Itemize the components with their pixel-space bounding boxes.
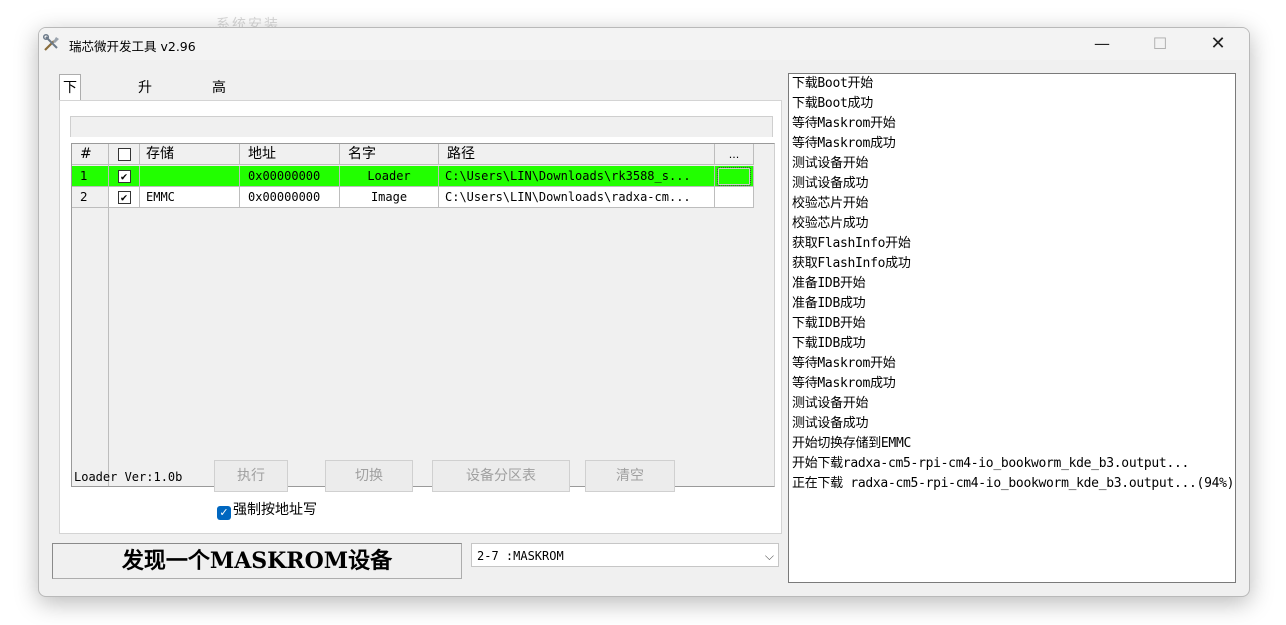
- log-line: 开始下载radxa-cm5-rpi-cm4-io_bookworm_kde_b3…: [792, 456, 1190, 471]
- status-message: 发现一个MASKROM设备: [52, 543, 462, 579]
- tab-upgrade-firmware[interactable]: 升级固件: [135, 76, 155, 168]
- grid-header: # 存储 地址 名字 路径 ...: [72, 144, 774, 165]
- log-line: 准备IDB成功: [792, 296, 866, 311]
- log-line: 测试设备成功: [792, 176, 869, 191]
- row-path[interactable]: C:\Users\LIN\Downloads\rk3588_s...: [439, 166, 715, 187]
- tools-icon: [42, 33, 59, 51]
- device-select[interactable]: 2-7 :MASKROM ⌵: [471, 543, 779, 567]
- force-write-checkbox[interactable]: ✓: [217, 506, 231, 520]
- row-number: 1: [72, 166, 109, 187]
- tab-download-image[interactable]: 下载镜像: [59, 74, 81, 174]
- log-line: 等待Maskrom成功: [792, 136, 896, 151]
- log-line: 校验芯片成功: [792, 216, 869, 231]
- row-name[interactable]: Loader: [340, 166, 439, 187]
- log-line: 下载IDB成功: [792, 336, 866, 351]
- log-line: 获取FlashInfo开始: [792, 236, 911, 251]
- log-line: 测试设备开始: [792, 156, 869, 171]
- device-select-value: 2-7 :MASKROM: [477, 549, 564, 563]
- log-line: 测试设备成功: [792, 416, 869, 431]
- minimize-button[interactable]: —: [1079, 28, 1125, 60]
- log-line: 等待Maskrom开始: [792, 356, 896, 371]
- row-path[interactable]: C:\Users\LIN\Downloads\radxa-cm...: [439, 187, 715, 208]
- panel-strip: [70, 116, 773, 137]
- log-line: 开始切换存储到EMMC: [792, 436, 912, 451]
- header-address: 地址: [240, 144, 340, 165]
- header-num: #: [72, 144, 109, 165]
- header-select-all[interactable]: [109, 144, 140, 165]
- log-line: 校验芯片开始: [792, 196, 869, 211]
- app-window: 瑞芯微开发工具 v2.96 — ☐ ✕ 下载镜像 升级固件 高级功能 # 存储 …: [38, 27, 1250, 597]
- log-line: 下载Boot成功: [792, 96, 873, 111]
- window-title: 瑞芯微开发工具 v2.96: [69, 39, 196, 54]
- row-checkbox-cell[interactable]: [109, 187, 140, 208]
- tab-advanced[interactable]: 高级功能: [209, 76, 229, 168]
- log-line: 等待Maskrom开始: [792, 116, 896, 131]
- log-line: 等待Maskrom成功: [792, 376, 896, 391]
- log-line: 获取FlashInfo成功: [792, 256, 911, 271]
- header-path: 路径: [439, 144, 715, 165]
- log-line: 测试设备开始: [792, 396, 869, 411]
- maximize-button[interactable]: ☐: [1137, 28, 1183, 60]
- title-bar[interactable]: 瑞芯微开发工具 v2.96 — ☐ ✕: [39, 28, 1249, 60]
- row-storage[interactable]: [140, 166, 240, 187]
- browse-button[interactable]: [715, 187, 754, 208]
- log-line: 下载Boot开始: [792, 76, 873, 91]
- select-all-checkbox[interactable]: [117, 147, 131, 161]
- row-address[interactable]: 0x00000000: [240, 166, 340, 187]
- row-number: 2: [72, 187, 109, 208]
- table-row[interactable]: 1 0x00000000 Loader C:\Users\LIN\Downloa…: [72, 166, 774, 187]
- row-storage[interactable]: EMMC: [140, 187, 240, 208]
- row-checkbox[interactable]: [117, 170, 131, 183]
- force-write-option[interactable]: ✓ 强制按地址写: [217, 499, 317, 520]
- browse-focus: [717, 167, 751, 186]
- browse-button[interactable]: [715, 166, 754, 187]
- close-button[interactable]: ✕: [1195, 28, 1241, 60]
- row-address[interactable]: 0x00000000: [240, 187, 340, 208]
- log-output[interactable]: 下载Boot开始 下载Boot成功等待Maskrom开始 等待Maskrom成功 测试…: [788, 73, 1236, 583]
- partition-table-button[interactable]: 设备分区表: [432, 460, 570, 492]
- image-grid[interactable]: # 存储 地址 名字 路径 ... 1 0x00000000 Loader C:…: [71, 143, 775, 487]
- header-more: ...: [715, 144, 754, 165]
- header-storage: 存储: [140, 144, 240, 165]
- switch-button[interactable]: 切换: [325, 460, 413, 492]
- row-checkbox-cell[interactable]: [109, 166, 140, 187]
- log-line: 正在下载 radxa-cm5-rpi-cm4-io_bookworm_kde_b…: [792, 476, 1235, 491]
- header-name: 名字: [340, 144, 439, 165]
- loader-version: Loader Ver:1.0b: [74, 470, 183, 484]
- row-name[interactable]: Image: [340, 187, 439, 208]
- log-line: 准备IDB开始: [792, 276, 866, 291]
- row-checkbox[interactable]: [117, 191, 131, 204]
- chevron-down-icon[interactable]: ⌵: [765, 544, 774, 568]
- clear-button[interactable]: 清空: [585, 460, 675, 492]
- log-line: 下载IDB开始: [792, 316, 866, 331]
- table-row[interactable]: 2 EMMC 0x00000000 Image C:\Users\LIN\Dow…: [72, 187, 774, 208]
- run-button[interactable]: 执行: [214, 460, 288, 492]
- force-write-label: 强制按地址写: [233, 502, 317, 518]
